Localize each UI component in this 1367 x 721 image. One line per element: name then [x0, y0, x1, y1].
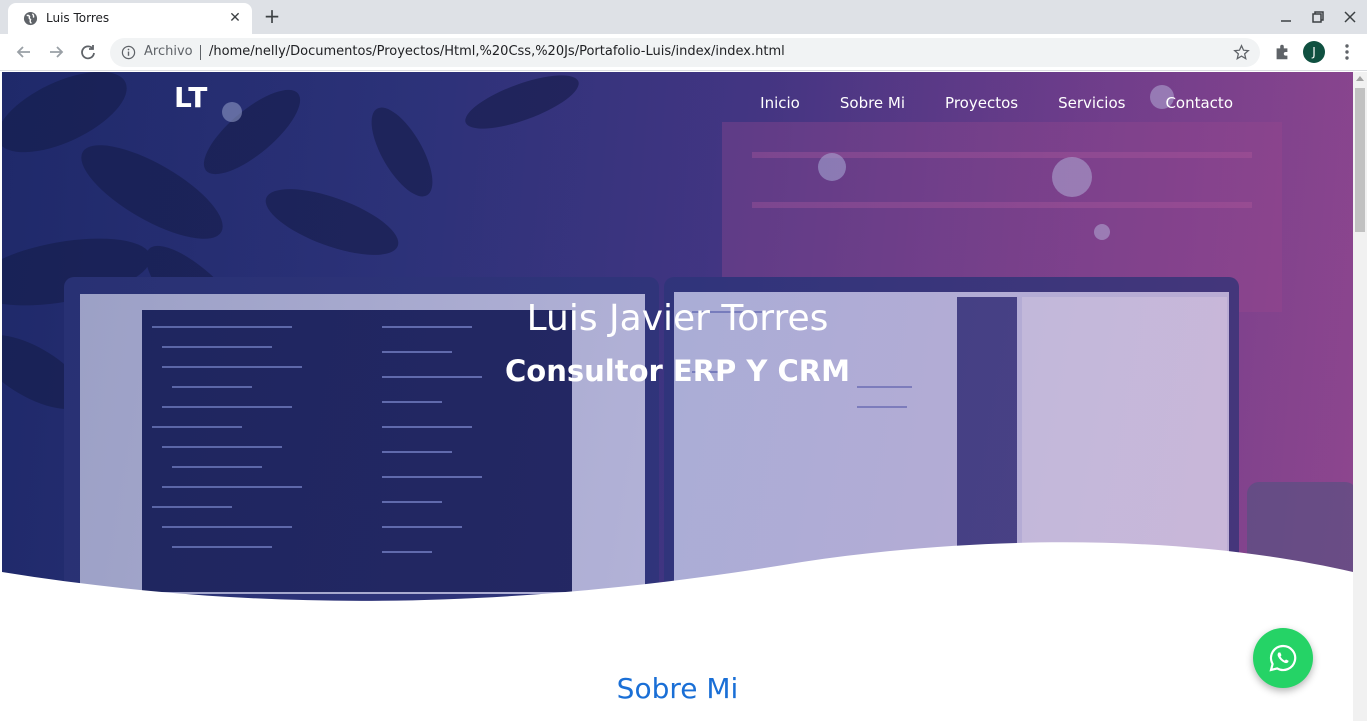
- scrollbar-thumb[interactable]: [1355, 88, 1365, 232]
- hero-overlay: [2, 72, 1353, 612]
- forward-arrow-icon[interactable]: [46, 42, 66, 62]
- nav-link-inicio[interactable]: Inicio: [760, 94, 800, 112]
- browser-toolbar: Archivo /home/nelly/Documentos/Proyectos…: [0, 34, 1367, 71]
- url-text[interactable]: /home/nelly/Documentos/Proyectos/Html,%2…: [209, 44, 785, 59]
- tab-title: Luis Torres: [46, 11, 110, 25]
- browser-tab[interactable]: Luis Torres ✕: [8, 3, 252, 34]
- page-viewport: LT Inicio Sobre Mi Proyectos Servicios C…: [2, 72, 1353, 721]
- kebab-menu-icon[interactable]: [1338, 42, 1356, 62]
- browser-tab-bar: Luis Torres ✕ +: [0, 0, 1367, 34]
- omnibox-divider: [200, 45, 201, 60]
- whatsapp-icon: [1269, 644, 1297, 672]
- nav-link-proyectos[interactable]: Proyectos: [945, 94, 1018, 112]
- tab-close-button[interactable]: ✕: [226, 9, 244, 27]
- profile-avatar[interactable]: J: [1303, 41, 1325, 63]
- site-logo[interactable]: LT: [174, 81, 208, 114]
- globe-icon: [23, 11, 38, 26]
- hero-section: LT Inicio Sobre Mi Proyectos Servicios C…: [2, 72, 1353, 612]
- info-icon[interactable]: [121, 45, 136, 60]
- back-arrow-icon[interactable]: [14, 42, 34, 62]
- nav-link-sobre-mi[interactable]: Sobre Mi: [840, 94, 905, 112]
- minimize-icon[interactable]: [1278, 9, 1294, 25]
- window-close-icon[interactable]: [1342, 9, 1358, 25]
- hero-wave-divider: [2, 542, 1353, 612]
- hero-role: Consultor ERP Y CRM: [505, 354, 850, 388]
- scroll-up-arrow-icon[interactable]: [1356, 76, 1364, 81]
- nav-link-contacto[interactable]: Contacto: [1165, 94, 1233, 112]
- nav-link-servicios[interactable]: Servicios: [1058, 94, 1125, 112]
- extensions-puzzle-icon[interactable]: [1273, 43, 1291, 61]
- whatsapp-button[interactable]: [1253, 628, 1313, 688]
- new-tab-button[interactable]: +: [262, 6, 282, 26]
- address-bar[interactable]: Archivo /home/nelly/Documentos/Proyectos…: [110, 38, 1260, 67]
- bookmark-star-icon[interactable]: [1233, 44, 1250, 61]
- restore-icon[interactable]: [1310, 9, 1326, 25]
- main-navigation: Inicio Sobre Mi Proyectos Servicios Cont…: [760, 94, 1233, 112]
- about-section-title: Sobre Mi: [616, 672, 739, 705]
- security-label: Archivo: [144, 44, 193, 59]
- page-scrollbar[interactable]: [1353, 72, 1367, 721]
- reload-icon[interactable]: [78, 42, 98, 62]
- hero-name: Luis Javier Torres: [526, 298, 829, 339]
